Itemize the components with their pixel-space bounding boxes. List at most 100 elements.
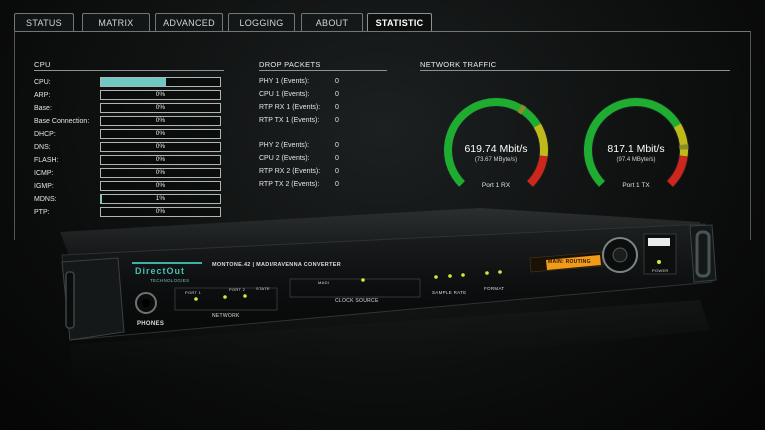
cpu-row-label: Base Connection: (34, 118, 90, 125)
cpu-row-label: PTP: (34, 209, 50, 216)
drop-packet-value: 0 (335, 117, 339, 124)
device-network-label: NETWORK (212, 313, 240, 319)
cpu-usage-bar: 1% (100, 194, 221, 204)
tab-about[interactable]: ABOUT (301, 13, 363, 32)
cpu-usage-value: 0% (155, 182, 166, 189)
drop-packet-value: 0 (335, 168, 339, 175)
cpu-usage-bar: 0% (100, 181, 221, 191)
cpu-usage-value: 0% (155, 143, 166, 150)
cpu-row: CPU: (34, 77, 224, 89)
device-brand-logo: DirectOut (135, 266, 186, 276)
drop-packet-row: PHY 1 (Events): 0 (259, 76, 349, 88)
cpu-row-label: MDNS: (34, 196, 57, 203)
cpu-row: PTP: 0% (34, 207, 224, 219)
device-phones-label: PHONES (137, 321, 165, 327)
cpu-usage-bar (100, 77, 221, 87)
cpu-row-label: ICMP: (34, 170, 54, 177)
cpu-row-label: ARP: (34, 92, 51, 99)
cpu-usage-value: 0% (155, 208, 166, 215)
gauge-port1-rx: 619.74 Mbit/s (73.67 MByte/s) Port 1 RX (436, 94, 556, 204)
cpu-section-rule (34, 70, 224, 71)
gauge-level-indicator (517, 104, 527, 115)
drop-packet-value: 0 (335, 155, 339, 162)
drop-packet-label: PHY 1 (Events): (259, 78, 310, 85)
drop-packet-value: 0 (335, 91, 339, 98)
cpu-usage-bar: 0% (100, 155, 221, 165)
cpu-row-label: CPU: (34, 79, 51, 86)
cpu-row-label: IGMP: (34, 183, 54, 190)
cpu-usage-bar: 0% (100, 207, 221, 217)
tab-logging[interactable]: LOGGING (228, 13, 295, 32)
cpu-row: DHCP: 0% (34, 129, 224, 141)
drop-packet-value: 0 (335, 181, 339, 188)
drop-packet-label: RTP TX 1 (Events): (259, 117, 320, 124)
cpu-usage-value: 0% (155, 91, 166, 98)
drop-packet-row: RTP RX 2 (Events): 0 (259, 166, 349, 178)
cpu-usage-value: 0% (155, 156, 166, 163)
cpu-section-title: CPU (34, 60, 51, 69)
drop-packet-row: CPU 2 (Events): 0 (259, 153, 349, 165)
gauge-port1-tx: 817.1 Mbit/s (97.4 MByte/s) Port 1 TX (576, 94, 696, 204)
drop-packet-row: CPU 1 (Events): 0 (259, 89, 349, 101)
cpu-row: FLASH: 0% (34, 155, 224, 167)
cpu-row: ARP: 0% (34, 90, 224, 102)
cpu-usage-bar: 0% (100, 116, 221, 126)
gauge-value: 619.74 Mbit/s (464, 143, 528, 155)
cpu-usage-value: 0% (155, 130, 166, 137)
drop-packet-row: RTP TX 1 (Events): 0 (259, 115, 349, 127)
device-model-label: MONTONE.42 | MADI/RAVENNA CONVERTER (212, 262, 341, 268)
cpu-row: ICMP: 0% (34, 168, 224, 180)
cpu-usage-fill (101, 78, 167, 86)
device-sample-rate-label: SAMPLE RATE (432, 290, 467, 295)
drop-packet-value: 0 (335, 142, 339, 149)
drop-packet-label: RTP RX 1 (Events): (259, 104, 321, 111)
device-port2-label: PORT 2 (229, 287, 246, 292)
cpu-usage-bar: 0% (100, 142, 221, 152)
gauge-label: Port 1 TX (622, 182, 650, 189)
gauge-subvalue: (97.4 MByte/s) (616, 157, 656, 163)
cpu-row-label: DHCP: (34, 131, 56, 138)
device-brand-sub: TECHNOLOGIES (150, 278, 190, 283)
gauge-subvalue: (73.67 MByte/s) (474, 157, 518, 163)
network-traffic-title: NETWORK TRAFFIC (420, 60, 497, 69)
network-traffic-rule (420, 70, 730, 71)
tab-statistic[interactable]: STATISTIC (367, 13, 432, 32)
panel-border-left (14, 31, 15, 240)
device-madi-label: MADI (318, 280, 330, 285)
device-state-label: STATE (256, 286, 270, 291)
drop-packets-title: DROP PACKETS (259, 60, 321, 69)
drop-packet-label: CPU 2 (Events): (259, 155, 310, 162)
drop-packet-label: RTP RX 2 (Events): (259, 168, 321, 175)
device-power-label: POWER (652, 268, 669, 273)
cpu-usage-bar: 0% (100, 168, 221, 178)
cpu-usage-value: 0% (155, 117, 166, 124)
cpu-row: Base: 0% (34, 103, 224, 115)
cpu-usage-bar: 0% (100, 129, 221, 139)
device-clock-source-label: CLOCK SOURCE (335, 298, 379, 304)
tab-status[interactable]: STATUS (14, 13, 74, 32)
gauge-label: Port 1 RX (481, 182, 511, 189)
drop-packet-value: 0 (335, 78, 339, 85)
tab-matrix[interactable]: MATRIX (82, 13, 150, 32)
cpu-row: DNS: 0% (34, 142, 224, 154)
cpu-usage-value: 0% (155, 169, 166, 176)
cpu-row: IGMP: 0% (34, 181, 224, 193)
cpu-usage-value: 1% (155, 195, 166, 202)
cpu-usage-bar: 0% (100, 90, 221, 100)
cpu-row-label: Base: (34, 105, 52, 112)
device-display-text: MAIN: ROUTING (548, 259, 591, 265)
tab-advanced[interactable]: ADVANCED (155, 13, 223, 32)
drop-packet-row: RTP RX 1 (Events): 0 (259, 102, 349, 114)
device-port1-label: PORT 1 (185, 290, 202, 295)
cpu-usage-bar: 0% (100, 103, 221, 113)
gauge-value: 817.1 Mbit/s (607, 143, 665, 155)
cpu-row: Base Connection: 0% (34, 116, 224, 128)
drop-packet-row: RTP TX 2 (Events): 0 (259, 179, 349, 191)
drop-packets-rule (259, 70, 387, 71)
drop-packet-value: 0 (335, 104, 339, 111)
drop-packet-label: CPU 1 (Events): (259, 91, 310, 98)
panel-border-right (750, 31, 751, 240)
tab-underline (14, 31, 751, 32)
cpu-row: MDNS: 1% (34, 194, 224, 206)
tab-bar: STATUS MATRIX ADVANCED LOGGING ABOUT STA… (14, 13, 751, 33)
